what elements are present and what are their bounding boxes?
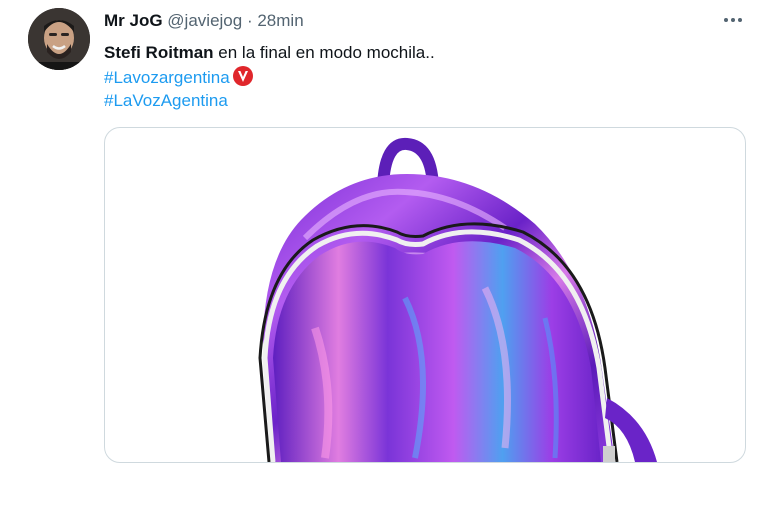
hashtag-lavozargentina[interactable]: #Lavozargentina — [104, 68, 230, 87]
avatar[interactable] — [28, 8, 90, 70]
timestamp[interactable]: 28min — [257, 11, 303, 30]
tweet-text-rest: en la final en modo mochila.. — [213, 43, 435, 62]
hashtag-lavozagentina[interactable]: #LaVozAgentina — [104, 91, 228, 110]
user-handle[interactable]: @javiejog — [167, 11, 242, 30]
more-horizontal-icon[interactable] — [718, 10, 748, 30]
backpack-image — [258, 138, 657, 462]
mention-name: Stefi Roitman — [104, 43, 214, 62]
tweet-text: Stefi Roitman en la final en modo mochil… — [104, 42, 435, 64]
tweet-header: Mr JoG @javiejog · 28min — [104, 10, 304, 32]
la-voz-v-badge-icon — [232, 66, 253, 86]
display-name[interactable]: Mr JoG — [104, 11, 163, 30]
hashtag-line-1: #Lavozargentina — [104, 66, 253, 89]
hashtag-line-2: #LaVozAgentina — [104, 90, 228, 112]
separator-dot: · — [246, 11, 253, 30]
tweet[interactable]: Mr JoG @javiejog · 28min Stefi Roitman e… — [0, 0, 767, 505]
tweet-media-image[interactable] — [104, 127, 746, 463]
avatar-photo — [28, 8, 90, 70]
